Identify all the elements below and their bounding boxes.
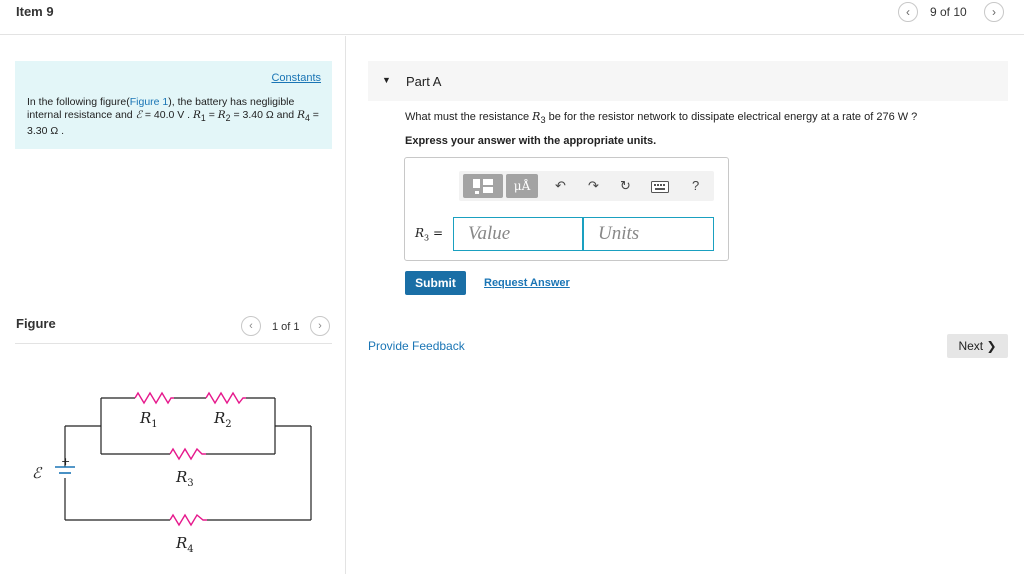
- column-divider: [345, 36, 346, 574]
- next-button[interactable]: Next ❯: [947, 334, 1008, 358]
- item-title: Item 9: [16, 4, 54, 19]
- r1-symbol: R: [193, 109, 201, 121]
- figure-prev-button[interactable]: ‹: [241, 316, 261, 336]
- problem-info-box: Constants In the following figure(Figure…: [15, 61, 332, 149]
- part-a-header[interactable]: ▼ Part A: [368, 61, 1008, 101]
- r3-label: R3: [175, 468, 194, 489]
- circuit-diagram: + ℰ R1 R2 R3 R4: [32, 391, 312, 555]
- units-input[interactable]: Units: [583, 217, 714, 251]
- chevron-left-icon: ‹: [249, 320, 253, 332]
- figure-pager-text: 1 of 1: [272, 321, 300, 333]
- resistor-r4: [169, 513, 207, 527]
- problem-statement: In the following figure(Figure 1), the b…: [27, 96, 323, 138]
- r12-value: = 3.40 Ω and: [230, 109, 298, 121]
- emf-value: = 40.0 V .: [141, 109, 194, 121]
- emf-label: ℰ: [32, 464, 43, 482]
- reset-icon[interactable]: ↻: [620, 178, 631, 194]
- r1-label: R1: [139, 409, 158, 430]
- header-divider: [0, 34, 1024, 35]
- question-text-end: be for the resistor network to dissipate…: [545, 111, 918, 123]
- question-text: What must the resistance R3 be for the r…: [405, 110, 917, 125]
- undo-icon[interactable]: ↶: [555, 178, 566, 194]
- next-item-button[interactable]: ›: [984, 2, 1004, 22]
- chevron-right-icon: ›: [318, 320, 322, 332]
- chevron-left-icon: ‹: [906, 5, 910, 19]
- r2-symbol: R: [217, 109, 226, 121]
- provide-feedback-link[interactable]: Provide Feedback: [368, 339, 465, 353]
- resistor-r2: [205, 391, 246, 405]
- templates-button[interactable]: [463, 174, 503, 198]
- r4-symbol: R: [297, 109, 305, 121]
- answer-equals: =: [429, 226, 444, 240]
- question-text-start: What must the resistance: [405, 111, 533, 123]
- templates-icon: [473, 179, 493, 194]
- equals-text: =: [205, 109, 218, 121]
- resistor-r3: [169, 447, 206, 461]
- submit-button[interactable]: Submit: [405, 271, 466, 295]
- figure-next-button[interactable]: ›: [310, 316, 330, 336]
- instruction-text: Express your answer with the appropriate…: [405, 135, 657, 147]
- r4-label: R4: [175, 534, 194, 555]
- answer-box: μÅ ↶ ↷ ↻ ? R3 = Value Units: [404, 157, 729, 261]
- request-answer-link[interactable]: Request Answer: [484, 277, 570, 289]
- answer-variable-label: R3 =: [415, 226, 443, 242]
- help-icon[interactable]: ?: [692, 178, 699, 193]
- resistor-r1: [134, 391, 174, 405]
- statement-text: In the following figure(: [27, 96, 130, 108]
- chevron-right-icon: ›: [992, 5, 996, 19]
- units-symbols-button[interactable]: μÅ: [506, 174, 538, 198]
- top-bar: Item 9 ‹ 9 of 10 ›: [0, 0, 1024, 24]
- prev-item-button[interactable]: ‹: [898, 2, 918, 22]
- keyboard-icon[interactable]: [651, 181, 669, 193]
- answer-variable-symbol: R: [415, 226, 425, 240]
- constants-link[interactable]: Constants: [271, 72, 321, 84]
- circuit-wires: [64, 397, 312, 521]
- redo-icon[interactable]: ↷: [588, 178, 599, 194]
- figure-link[interactable]: Figure 1: [130, 96, 169, 108]
- collapse-caret-icon[interactable]: ▼: [382, 75, 391, 85]
- r2-label: R2: [213, 409, 232, 430]
- item-pager-text: 9 of 10: [930, 5, 967, 19]
- figure-divider: [15, 343, 332, 344]
- part-label: Part A: [406, 74, 442, 89]
- battery-plus-label: +: [61, 455, 70, 468]
- value-input[interactable]: Value: [453, 217, 583, 251]
- figure-title: Figure: [16, 316, 56, 331]
